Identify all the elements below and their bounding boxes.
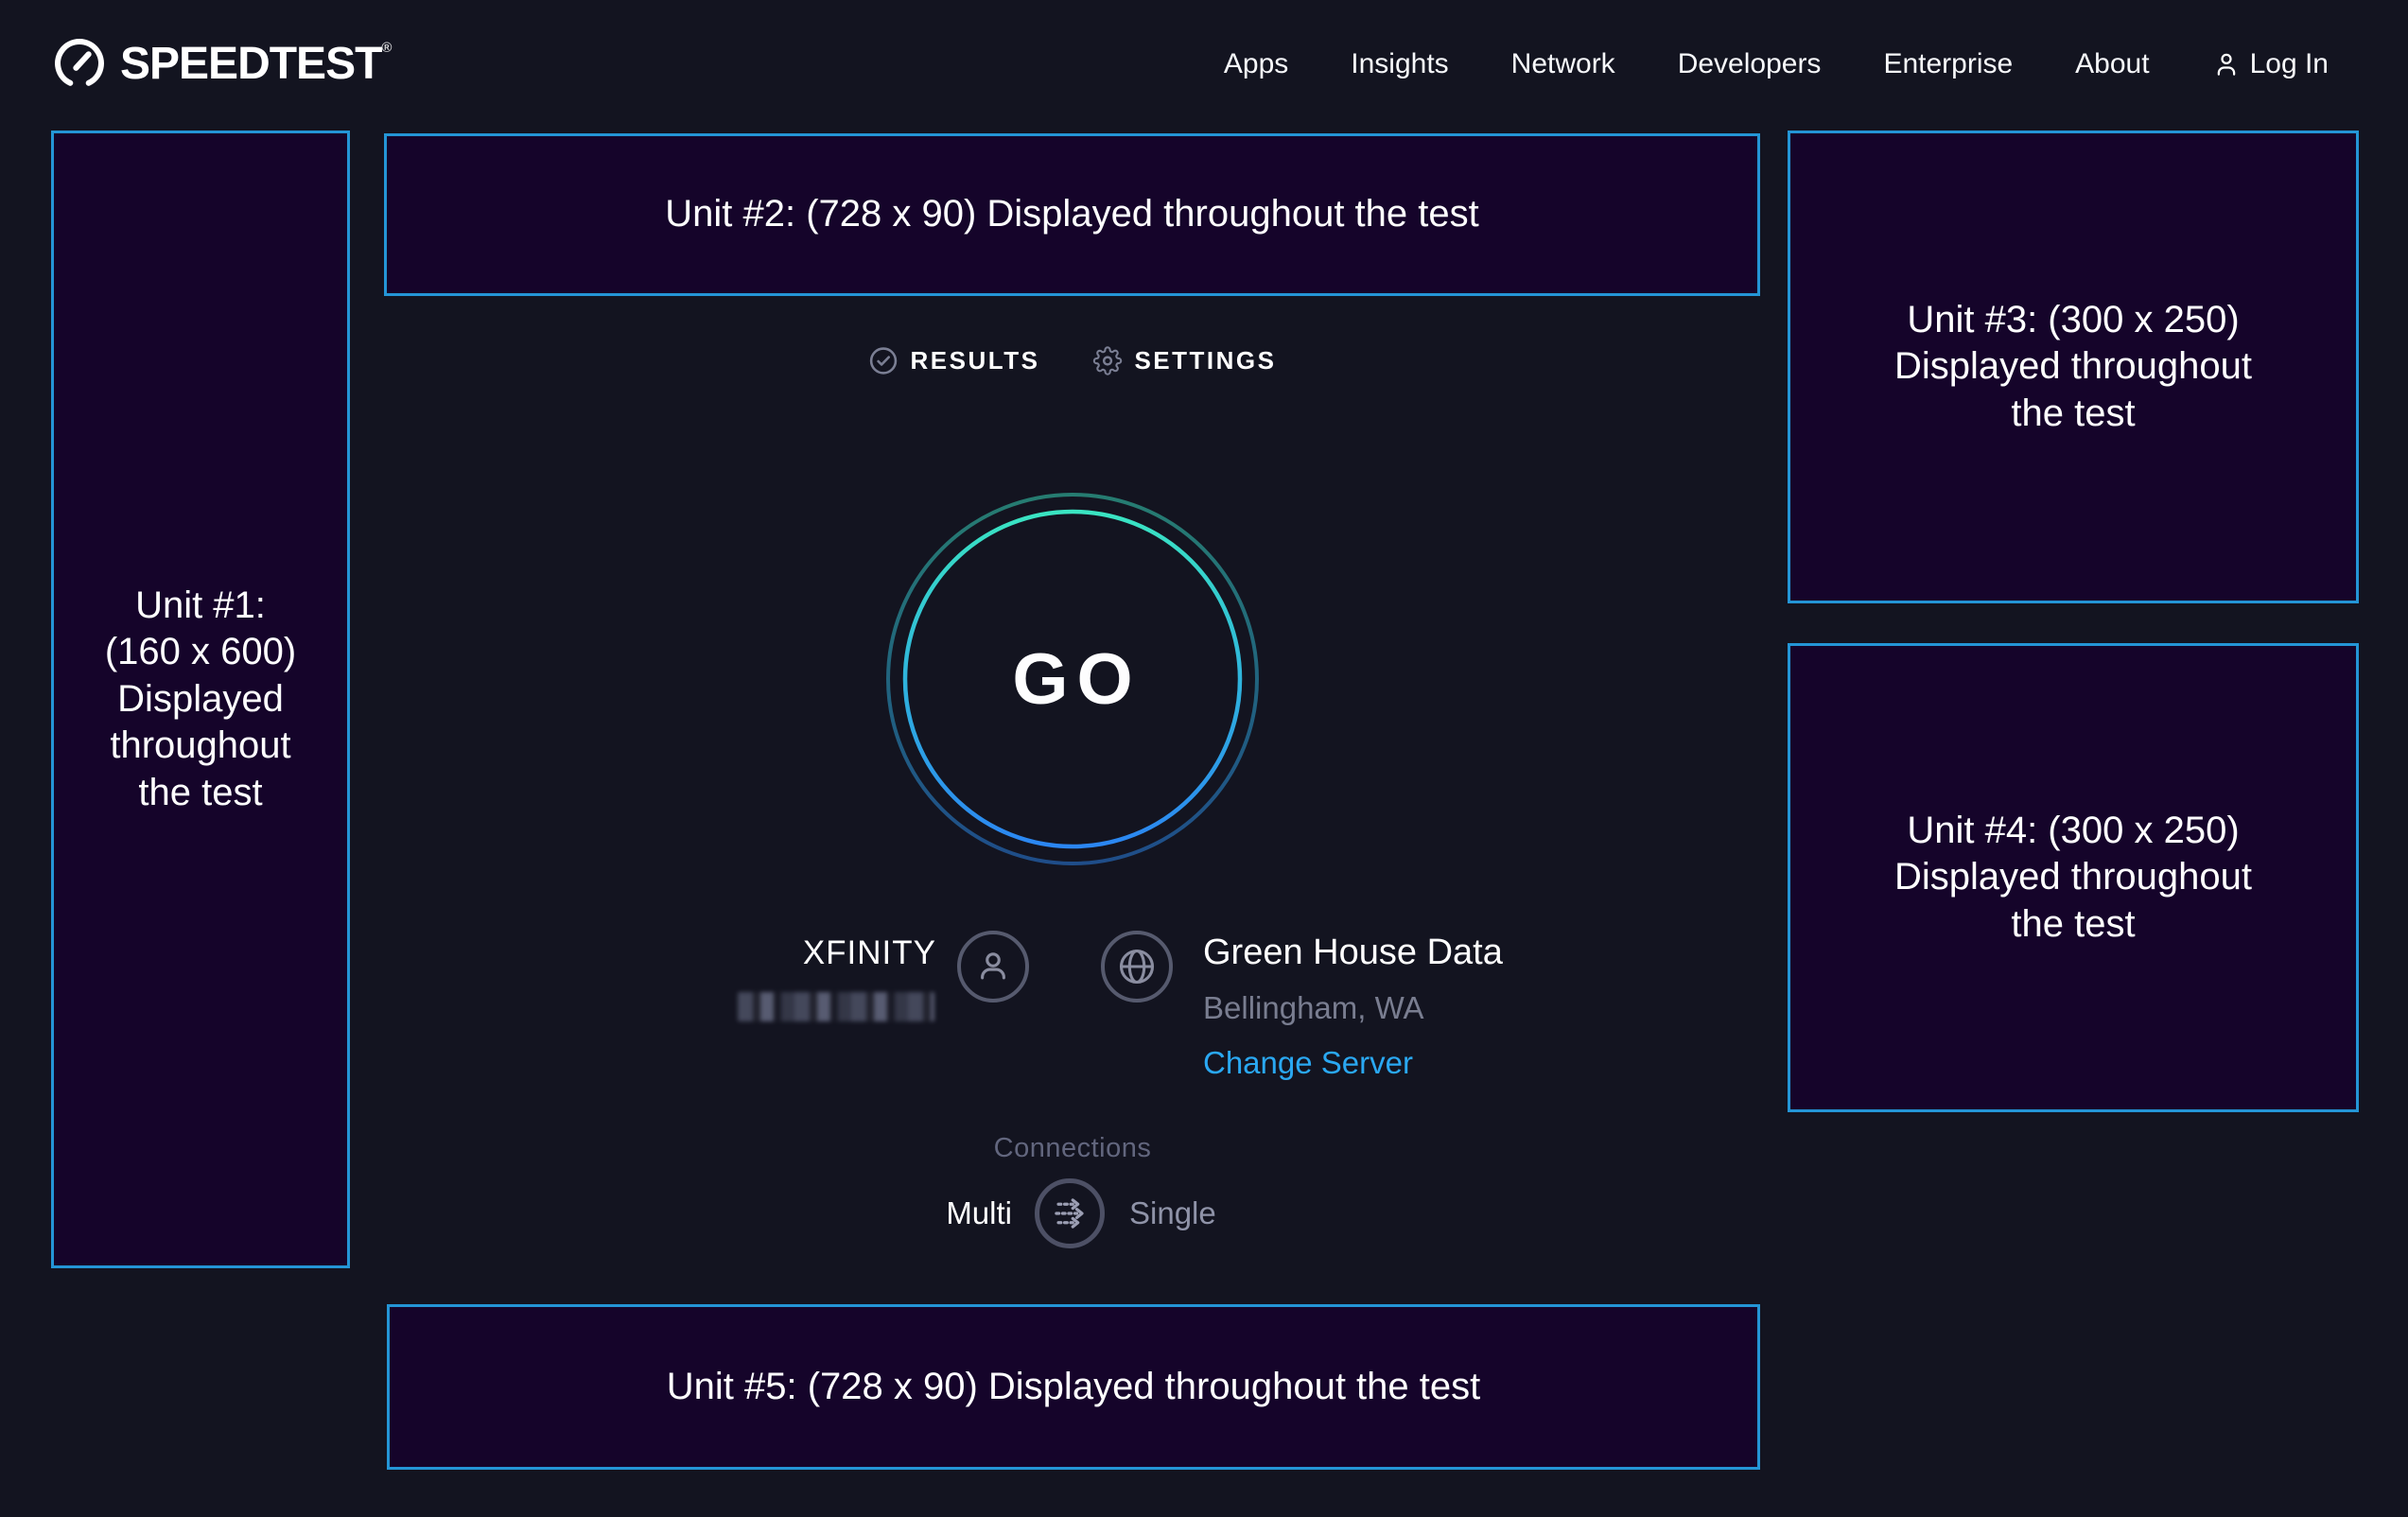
tab-settings[interactable]: SETTINGS bbox=[1092, 346, 1276, 375]
ad-unit-4-text: Unit #4: (300 x 250) Displayed throughou… bbox=[1894, 808, 2252, 949]
server-name: Green House Data bbox=[1203, 933, 1503, 973]
gear-icon bbox=[1092, 346, 1122, 375]
login-button[interactable]: Log In bbox=[2212, 48, 2329, 80]
speedtest-page: SPEEDTEST® Apps Insights Network Develop… bbox=[0, 0, 2408, 1517]
tab-results[interactable]: RESULTS bbox=[869, 346, 1040, 375]
isp-ip-redacted bbox=[738, 992, 934, 1021]
nav-item-insights[interactable]: Insights bbox=[1351, 48, 1448, 80]
ad-unit-2[interactable]: Unit #2: (728 x 90) Displayed throughout… bbox=[384, 133, 1760, 296]
check-circle-icon bbox=[869, 346, 899, 375]
connection-mode-toggle[interactable] bbox=[1035, 1178, 1105, 1248]
login-label: Log In bbox=[2250, 48, 2329, 80]
nav-item-enterprise[interactable]: Enterprise bbox=[1883, 48, 2013, 80]
connection-mode-single[interactable]: Single bbox=[1129, 1195, 1216, 1231]
ad-unit-3[interactable]: Unit #3: (300 x 250) Displayed throughou… bbox=[1788, 131, 2359, 603]
change-server-link[interactable]: Change Server bbox=[1203, 1045, 1503, 1081]
logo-trademark: ® bbox=[381, 40, 391, 56]
connection-mode-multi[interactable]: Multi bbox=[851, 1195, 1012, 1231]
nav-item-developers[interactable]: Developers bbox=[1678, 48, 1822, 80]
tab-results-label: RESULTS bbox=[911, 346, 1040, 375]
person-icon bbox=[2212, 50, 2241, 78]
server-location: Bellingham, WA bbox=[1203, 990, 1503, 1026]
nav-item-apps[interactable]: Apps bbox=[1224, 48, 1288, 80]
speedtest-logo[interactable]: SPEEDTEST® bbox=[52, 36, 391, 91]
go-label: GO bbox=[883, 490, 1262, 868]
ad-unit-1-text: Unit #1: (160 x 600) Displayed throughou… bbox=[105, 583, 296, 817]
tab-settings-label: SETTINGS bbox=[1134, 346, 1276, 375]
multi-arrows-icon bbox=[1045, 1189, 1094, 1238]
logo-wordmark: SPEEDTEST® bbox=[120, 38, 391, 90]
connections-label: Connections bbox=[994, 1133, 1152, 1164]
ad-unit-5-text: Unit #5: (728 x 90) Displayed throughout… bbox=[667, 1364, 1481, 1411]
go-button[interactable]: GO bbox=[883, 490, 1262, 868]
ad-unit-1[interactable]: Unit #1: (160 x 600) Displayed throughou… bbox=[51, 131, 350, 1268]
ad-unit-3-text: Unit #3: (300 x 250) Displayed throughou… bbox=[1894, 297, 2252, 438]
isp-name[interactable]: XFINITY bbox=[662, 934, 936, 972]
ad-unit-2-text: Unit #2: (728 x 90) Displayed throughout… bbox=[665, 191, 1479, 238]
speedtest-gauge-icon bbox=[52, 36, 107, 91]
view-tabs: RESULTS SETTINGS bbox=[869, 346, 1277, 375]
server-info: Green House Data Bellingham, WA Change S… bbox=[1203, 933, 1503, 1081]
nav-item-about[interactable]: About bbox=[2075, 48, 2149, 80]
user-circle-icon bbox=[957, 931, 1029, 1003]
nav-item-network[interactable]: Network bbox=[1511, 48, 1615, 80]
globe-icon bbox=[1101, 931, 1173, 1003]
ad-unit-4[interactable]: Unit #4: (300 x 250) Displayed throughou… bbox=[1788, 643, 2359, 1112]
ad-unit-5[interactable]: Unit #5: (728 x 90) Displayed throughout… bbox=[387, 1304, 1760, 1470]
top-nav: Apps Insights Network Developers Enterpr… bbox=[1224, 26, 2329, 102]
